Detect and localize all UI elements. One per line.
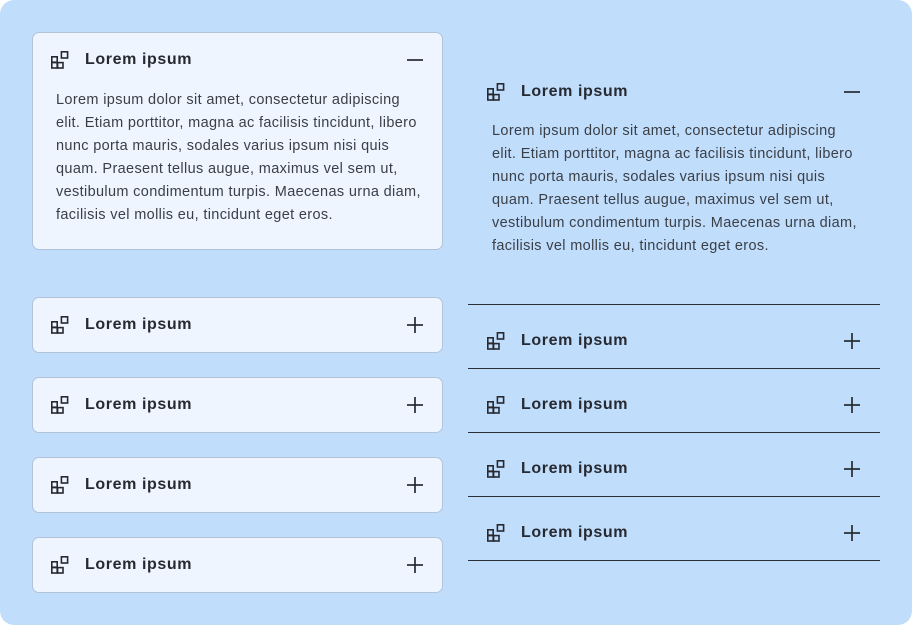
accordion-title: Lorem ipsum (85, 476, 193, 493)
plus-icon[interactable] (843, 332, 861, 350)
right-accordion-header-5[interactable]: Lorem ipsum (468, 501, 880, 565)
widgets-icon (486, 395, 505, 414)
right-accordion-header-1[interactable]: Lorem ipsum (468, 60, 880, 124)
accordion-title: Lorem ipsum (521, 332, 629, 349)
widgets-icon (50, 50, 69, 69)
accordion-title: Lorem ipsum (85, 556, 193, 573)
minus-icon[interactable] (843, 83, 861, 101)
plus-icon[interactable] (406, 316, 424, 334)
left-accordion-header-1[interactable]: Lorem ipsum (33, 33, 442, 87)
divider (468, 368, 880, 369)
plus-icon[interactable] (406, 476, 424, 494)
accordion-title: Lorem ipsum (85, 316, 193, 333)
accordion-title: Lorem ipsum (85, 396, 193, 413)
left-accordion-item-3: Lorem ipsum (32, 377, 443, 433)
plus-icon[interactable] (406, 396, 424, 414)
widgets-icon (50, 555, 69, 574)
left-accordion-item-1: Lorem ipsum Lorem ipsum dolor sit amet, … (32, 32, 443, 250)
plus-icon[interactable] (843, 524, 861, 542)
right-accordion-header-4[interactable]: Lorem ipsum (468, 437, 880, 501)
accordion-title: Lorem ipsum (521, 83, 629, 100)
accordion-title: Lorem ipsum (85, 51, 193, 68)
left-accordion-item-5: Lorem ipsum (32, 537, 443, 593)
left-accordion-header-5[interactable]: Lorem ipsum (33, 538, 442, 592)
divider (468, 560, 880, 561)
accordion-content: Lorem ipsum dolor sit amet, consectetur … (56, 92, 421, 223)
widgets-icon (50, 395, 69, 414)
left-accordion-item-2: Lorem ipsum (32, 297, 443, 353)
plus-icon[interactable] (843, 396, 861, 414)
widgets-icon (486, 82, 505, 101)
plus-icon[interactable] (843, 460, 861, 478)
divider (468, 432, 880, 433)
right-accordion-header-3[interactable]: Lorem ipsum (468, 373, 880, 437)
accordion-panel: Lorem ipsum dolor sit amet, consectetur … (492, 120, 862, 258)
accordion-title: Lorem ipsum (521, 396, 629, 413)
plus-icon[interactable] (406, 556, 424, 574)
widgets-icon (486, 331, 505, 350)
accordion-showcase: Lorem ipsum Lorem ipsum dolor sit amet, … (0, 0, 912, 625)
left-accordion-item-4: Lorem ipsum (32, 457, 443, 513)
divider (468, 496, 880, 497)
minus-icon[interactable] (406, 51, 424, 69)
divider (468, 304, 880, 305)
widgets-icon (486, 459, 505, 478)
widgets-icon (486, 523, 505, 542)
left-accordion-header-3[interactable]: Lorem ipsum (33, 378, 442, 432)
left-accordion-header-4[interactable]: Lorem ipsum (33, 458, 442, 512)
accordion-title: Lorem ipsum (521, 524, 629, 541)
widgets-icon (50, 475, 69, 494)
accordion-content: Lorem ipsum dolor sit amet, consectetur … (492, 123, 857, 254)
accordion-title: Lorem ipsum (521, 460, 629, 477)
left-accordion-header-2[interactable]: Lorem ipsum (33, 298, 442, 352)
accordion-panel: Lorem ipsum dolor sit amet, consectetur … (33, 87, 442, 249)
widgets-icon (50, 315, 69, 334)
right-accordion-header-2[interactable]: Lorem ipsum (468, 309, 880, 373)
